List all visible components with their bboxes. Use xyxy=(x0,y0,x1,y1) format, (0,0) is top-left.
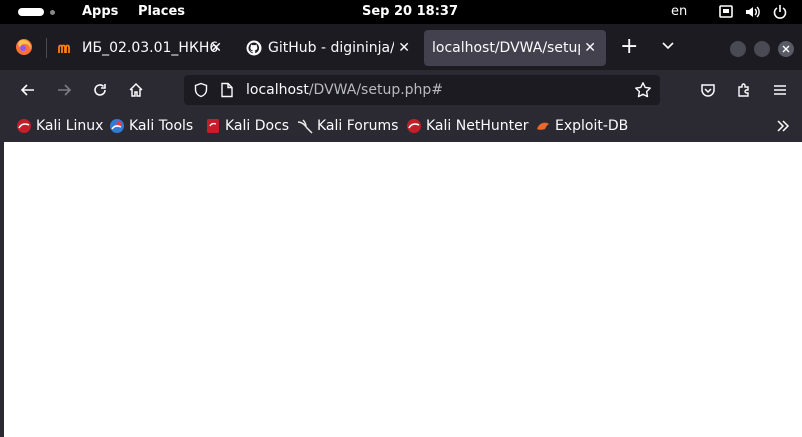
power-icon[interactable] xyxy=(772,0,788,24)
activities-indicator[interactable] xyxy=(18,8,56,16)
shield-icon[interactable] xyxy=(193,82,209,102)
bookmark-label: Kali Docs xyxy=(225,118,290,134)
bookmark-kali-tools[interactable]: Kali Tools xyxy=(109,110,193,142)
url-path: /DVWA/setup.php# xyxy=(308,82,444,98)
navigation-toolbar: localhost/DVWA/setup.php# xyxy=(0,70,802,110)
bookmark-label: Exploit-DB xyxy=(555,118,629,134)
kali-icon xyxy=(16,118,32,134)
bookmark-star-icon[interactable] xyxy=(634,81,652,103)
bookmark-exploit-db[interactable]: Exploit-DB xyxy=(535,110,628,142)
places-menu[interactable]: Places xyxy=(138,0,185,24)
bookmark-kali-linux[interactable]: Kali Linux xyxy=(16,110,103,142)
url-text[interactable]: localhost/DVWA/setup.php# xyxy=(246,75,443,105)
moodle-icon xyxy=(58,40,74,56)
system-top-bar: Apps Places Sep 20 18:37 en xyxy=(0,0,802,24)
exploit-db-icon xyxy=(535,118,551,134)
maximize-window-button[interactable] xyxy=(754,41,770,57)
tab-title: localhost/DVWA/setup xyxy=(432,40,580,56)
bookmarks-toolbar: Kali Linux Kali Tools Kali Docs Kali For… xyxy=(0,110,802,142)
kali-docs-icon xyxy=(205,118,221,134)
clock[interactable]: Sep 20 18:37 xyxy=(362,0,458,24)
new-tab-icon[interactable]: + xyxy=(620,34,638,60)
menu-hamburger-icon[interactable] xyxy=(768,78,792,102)
bookmark-label: Kali NetHunter xyxy=(426,118,529,134)
close-icon[interactable]: ✕ xyxy=(584,30,596,66)
tab-moodle[interactable]: ИБ_02.03.01_НКН6 ✕ xyxy=(52,30,228,66)
tab-title: GitHub - digininja/DV xyxy=(268,40,394,56)
list-tabs-chevron-down-icon[interactable] xyxy=(661,38,675,57)
kali-forums-icon xyxy=(297,118,313,134)
pocket-icon[interactable] xyxy=(696,78,720,102)
extensions-icon[interactable] xyxy=(732,78,756,102)
nethunter-icon xyxy=(406,118,422,134)
forward-arrow-icon[interactable] xyxy=(52,78,76,102)
bookmark-kali-docs[interactable]: Kali Docs xyxy=(205,110,289,142)
more-bookmarks-chevron-icon[interactable] xyxy=(775,118,791,138)
close-icon[interactable]: ✕ xyxy=(398,30,410,66)
github-icon xyxy=(246,40,262,56)
bookmark-label: Kali Forums xyxy=(317,118,399,134)
tab-strip: ИБ_02.03.01_НКН6 ✕ GitHub - digininja/DV… xyxy=(0,24,802,70)
screen-icon[interactable] xyxy=(718,0,734,24)
tab-title: ИБ_02.03.01_НКН6 xyxy=(82,40,219,56)
url-bar[interactable]: localhost/DVWA/setup.php# xyxy=(184,75,660,105)
close-icon[interactable]: ✕ xyxy=(210,30,222,66)
bookmark-kali-nethunter[interactable]: Kali NetHunter xyxy=(406,110,528,142)
page-icon[interactable] xyxy=(220,82,234,102)
bookmark-kali-forums[interactable]: Kali Forums xyxy=(297,110,398,142)
tab-dvwa-setup[interactable]: localhost/DVWA/setup ✕ xyxy=(424,30,606,66)
close-window-button[interactable] xyxy=(778,41,794,57)
reload-icon[interactable] xyxy=(88,78,112,102)
firefox-view-icon[interactable] xyxy=(14,37,34,61)
keyboard-layout-indicator[interactable]: en xyxy=(671,0,687,24)
kali-tools-icon xyxy=(109,118,125,134)
bookmark-label: Kali Linux xyxy=(36,118,104,134)
apps-menu[interactable]: Apps xyxy=(82,0,118,24)
volume-icon[interactable] xyxy=(744,0,762,24)
url-host: localhost xyxy=(246,82,309,98)
back-arrow-icon[interactable] xyxy=(16,78,40,102)
bookmark-label: Kali Tools xyxy=(129,118,194,134)
tab-github[interactable]: GitHub - digininja/DV ✕ xyxy=(238,30,418,66)
minimize-window-button[interactable] xyxy=(730,41,746,57)
home-icon[interactable] xyxy=(124,78,148,102)
page-content[interactable] xyxy=(4,142,802,437)
